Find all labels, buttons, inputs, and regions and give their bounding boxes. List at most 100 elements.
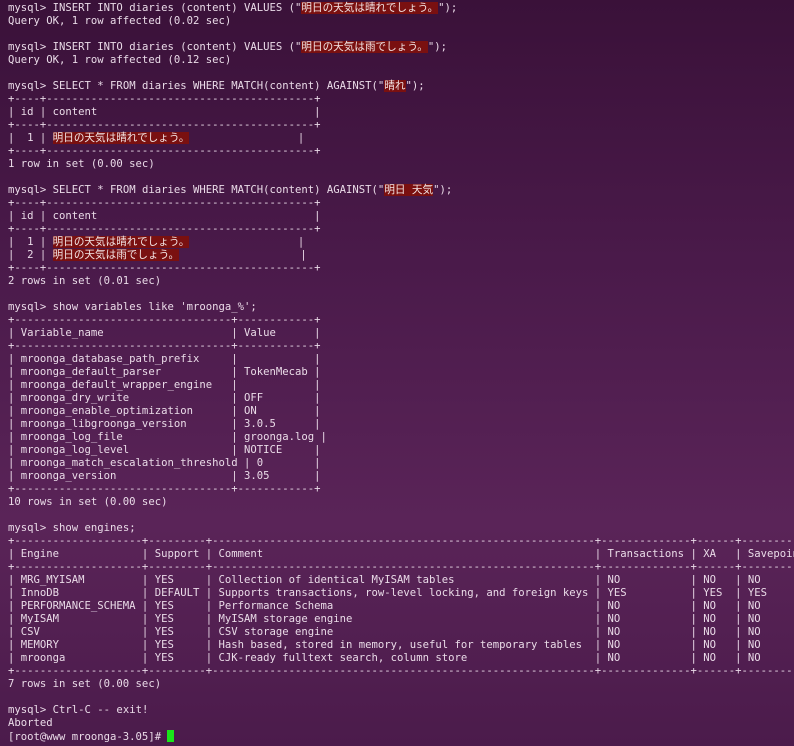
output-line: | mroonga_log_level | NOTICE | bbox=[8, 444, 794, 457]
mysql-prompt: mysql> bbox=[8, 80, 53, 92]
output-line: | mroonga_log_file | groonga.log | bbox=[8, 431, 794, 444]
table-border: +----+----------------------------------… bbox=[8, 262, 794, 275]
output-text: | InnoDB | DEFAULT | Supports transactio… bbox=[8, 587, 794, 599]
table-border-text: +----------------------------------+----… bbox=[8, 483, 321, 495]
highlighted-text: 明日の天気は晴れでしょう。 bbox=[301, 2, 439, 14]
table-border-text: +----+----------------------------------… bbox=[8, 197, 321, 209]
command-line: mysql> SELECT * FROM diaries WHERE MATCH… bbox=[8, 80, 794, 93]
table-border: +----+----------------------------------… bbox=[8, 119, 794, 132]
command-text: "); bbox=[433, 184, 453, 196]
output-line: 10 rows in set (0.00 sec) bbox=[8, 496, 794, 509]
output-text: Query OK, 1 row affected (0.02 sec) bbox=[8, 15, 232, 27]
output-text: | mroonga_version | 3.05 | bbox=[8, 470, 321, 482]
table-border: +----------------------------------+----… bbox=[8, 483, 794, 496]
table-cell-text: | 1 | bbox=[8, 132, 53, 144]
command-text: SELECT * FROM diaries WHERE MATCH(conten… bbox=[52, 184, 385, 196]
output-text: | mroonga_log_level | NOTICE | bbox=[8, 444, 321, 456]
table-border: +----+----------------------------------… bbox=[8, 223, 794, 236]
output-line: | Engine | Support | Comment | Transacti… bbox=[8, 548, 794, 561]
output-text: | mroonga_default_parser | TokenMecab | bbox=[8, 366, 321, 378]
shell-prompt: [root@www mroonga-3.05]# bbox=[8, 731, 168, 743]
command-text: "); bbox=[405, 80, 425, 92]
output-text: | mroonga_log_file | groonga.log | bbox=[8, 431, 327, 443]
command-line: mysql> SELECT * FROM diaries WHERE MATCH… bbox=[8, 184, 794, 197]
command-text: "); bbox=[438, 2, 458, 14]
table-border: +----------------------------------+----… bbox=[8, 340, 794, 353]
command-text: SELECT * FROM diaries WHERE MATCH(conten… bbox=[52, 80, 385, 92]
table-border-text: +----+----------------------------------… bbox=[8, 93, 321, 105]
output-line: | InnoDB | DEFAULT | Supports transactio… bbox=[8, 587, 794, 600]
mysql-prompt: mysql> bbox=[8, 41, 53, 53]
output-line: | mroonga_database_path_prefix | | bbox=[8, 353, 794, 366]
command-text: show engines; bbox=[52, 522, 136, 534]
highlighted-text: 明日の天気は雨でしょう。 bbox=[301, 41, 428, 53]
highlighted-text bbox=[405, 184, 412, 196]
command-text: INSERT INTO diaries (content) VALUES (" bbox=[52, 41, 302, 53]
table-cell-text: | 2 | bbox=[8, 249, 53, 261]
output-text: Query OK, 1 row affected (0.12 sec) bbox=[8, 54, 232, 66]
terminal-window[interactable]: mysql> INSERT INTO diaries (content) VAL… bbox=[0, 0, 794, 746]
highlighted-text: 晴れ bbox=[384, 80, 406, 92]
table-border: +--------------------+---------+--------… bbox=[8, 665, 794, 678]
output-line: | mroonga_default_parser | TokenMecab | bbox=[8, 366, 794, 379]
output-text: 2 rows in set (0.01 sec) bbox=[8, 275, 162, 287]
highlighted-text: 明日 bbox=[384, 184, 406, 196]
mysql-prompt: mysql> bbox=[8, 184, 53, 196]
highlighted-text: 天気 bbox=[411, 184, 434, 196]
output-line: 2 rows in set (0.01 sec) bbox=[8, 275, 794, 288]
table-border: +--------------------+---------+--------… bbox=[8, 535, 794, 548]
output-line: | id | content | bbox=[8, 106, 794, 119]
shell-prompt-line[interactable]: [root@www mroonga-3.05]# bbox=[8, 730, 794, 743]
table-cell-text: | bbox=[189, 132, 305, 144]
output-text: | MyISAM | YES | MyISAM storage engine |… bbox=[8, 613, 794, 625]
output-text: 7 rows in set (0.00 sec) bbox=[8, 678, 162, 690]
output-text: | mroonga_database_path_prefix | | bbox=[8, 353, 321, 365]
output-line: | mroonga_match_escalation_threshold | 0… bbox=[8, 457, 794, 470]
command-line: mysql> INSERT INTO diaries (content) VAL… bbox=[8, 2, 794, 15]
table-border-text: +----------------------------------+----… bbox=[8, 340, 321, 352]
output-line: | PERFORMANCE_SCHEMA | YES | Performance… bbox=[8, 600, 794, 613]
command-text: INSERT INTO diaries (content) VALUES (" bbox=[52, 2, 302, 14]
table-border-text: +----+----------------------------------… bbox=[8, 262, 321, 274]
output-text: | id | content | bbox=[8, 106, 321, 118]
output-line: | MEMORY | YES | Hash based, stored in m… bbox=[8, 639, 794, 652]
output-text: | mroonga_default_wrapper_engine | | bbox=[8, 379, 321, 391]
table-border-text: +----+----------------------------------… bbox=[8, 223, 321, 235]
table-cell-text: | 1 | bbox=[8, 236, 53, 248]
table-border-text: +--------------------+---------+--------… bbox=[8, 665, 794, 677]
table-cell-text: | bbox=[179, 249, 307, 261]
output-text: 1 row in set (0.00 sec) bbox=[8, 158, 155, 170]
terminal-output: mysql> INSERT INTO diaries (content) VAL… bbox=[8, 2, 794, 730]
command-text: Ctrl-C -- exit! bbox=[52, 704, 149, 716]
output-line: | CSV | YES | CSV storage engine | NO | … bbox=[8, 626, 794, 639]
output-line: | mroonga | YES | CJK-ready fulltext sea… bbox=[8, 652, 794, 665]
output-line: | mroonga_enable_optimization | ON | bbox=[8, 405, 794, 418]
output-line: Query OK, 1 row affected (0.02 sec) bbox=[8, 15, 794, 28]
table-row: | 1 | 明日の天気は晴れでしょう。 | bbox=[8, 236, 794, 249]
output-text: Aborted bbox=[8, 717, 53, 729]
output-line: | Variable_name | Value | bbox=[8, 327, 794, 340]
output-line: | mroonga_libgroonga_version | 3.0.5 | bbox=[8, 418, 794, 431]
output-line: 7 rows in set (0.00 sec) bbox=[8, 678, 794, 691]
output-text: | id | content | bbox=[8, 210, 321, 222]
output-line: | mroonga_dry_write | OFF | bbox=[8, 392, 794, 405]
highlighted-text: 明日の天気は晴れでしょう。 bbox=[52, 132, 190, 144]
command-text: "); bbox=[427, 41, 448, 53]
output-text: | MEMORY | YES | Hash based, stored in m… bbox=[8, 639, 794, 651]
output-text: | Variable_name | Value | bbox=[8, 327, 321, 339]
table-border: +----+----------------------------------… bbox=[8, 197, 794, 210]
output-line: | mroonga_default_wrapper_engine | | bbox=[8, 379, 794, 392]
mysql-prompt: mysql> bbox=[8, 522, 53, 534]
output-line: | MyISAM | YES | MyISAM storage engine |… bbox=[8, 613, 794, 626]
table-border-text: +--------------------+---------+--------… bbox=[8, 535, 794, 547]
output-text: 10 rows in set (0.00 sec) bbox=[8, 496, 168, 508]
table-border-text: +----------------------------------+----… bbox=[8, 314, 321, 326]
command-line: mysql> show variables like 'mroonga_%'; bbox=[8, 301, 794, 314]
table-border-text: +----+----------------------------------… bbox=[8, 145, 321, 157]
table-border: +----+----------------------------------… bbox=[8, 93, 794, 106]
